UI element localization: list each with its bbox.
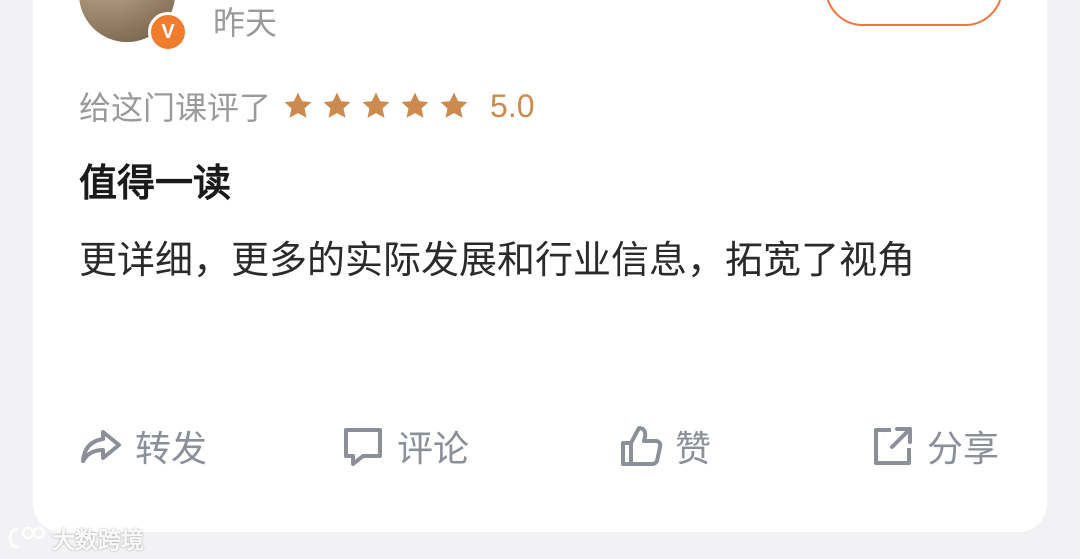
comment-button[interactable]: 评论 [341,418,469,474]
star-icon [323,92,351,118]
action-bar: 转发 评论 赞 分享 [33,418,1047,474]
star-icon [401,92,429,118]
comment-icon [344,428,382,466]
star-icon [362,92,390,118]
forward-label: 转发 [135,429,208,470]
post-time: 昨天 [213,4,278,42]
star-icon [440,92,468,118]
like-button[interactable]: 赞 [619,418,711,474]
star-rating [281,89,476,123]
comment-label: 评论 [397,429,470,470]
watermark: 大数跨境 [8,521,144,555]
review-card: V 昨天 + 关注 给这门课评了 5.0 值得一读 更详细，更多的实际发展和行业… [33,0,1047,532]
follow-button[interactable]: + 关注 [825,0,1003,26]
rating-label: 给这门课评了 [79,89,272,127]
share-label: 分享 [927,429,1000,470]
review-title: 值得一读 [79,161,232,205]
share-button[interactable]: 分享 [871,418,999,474]
watermark-logo-icon [8,526,46,549]
watermark-text: 大数跨境 [52,528,144,554]
review-body: 更详细，更多的实际发展和行业信息，拓宽了视角 [79,238,916,282]
rating-row: 给这门课评了 5.0 [79,84,535,128]
like-label: 赞 [675,429,712,470]
thumbs-up-icon [621,426,663,466]
forward-button[interactable]: 转发 [79,418,207,474]
star-icon [284,92,312,118]
rating-score: 5.0 [490,87,535,124]
forward-icon [81,430,121,463]
share-icon [874,427,912,465]
verified-badge-icon: V [148,12,188,52]
